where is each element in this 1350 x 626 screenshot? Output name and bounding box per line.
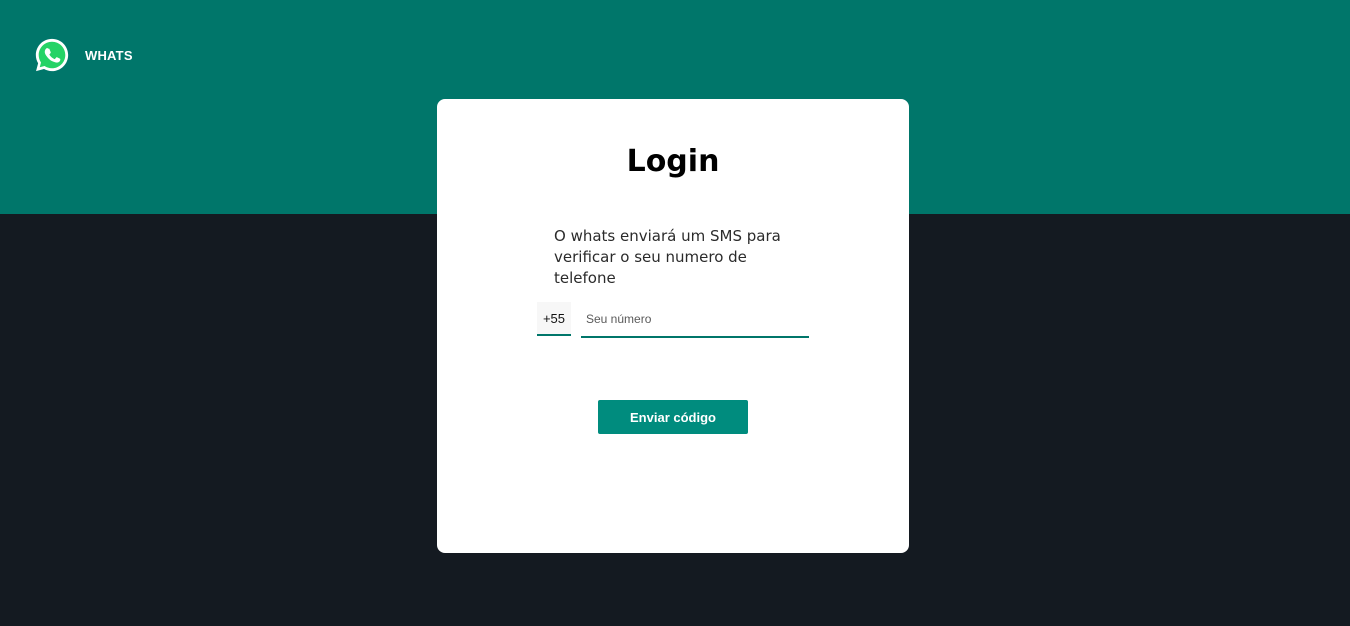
phone-number-input[interactable]: [581, 302, 809, 338]
login-card: Login O whats enviará um SMS para verifi…: [437, 99, 909, 553]
whatsapp-logo-icon: [35, 38, 69, 72]
brand: WHATS: [33, 36, 133, 74]
brand-name: WHATS: [85, 47, 133, 63]
country-code[interactable]: +55: [537, 302, 571, 336]
login-page: WHATS Login O whats enviará um SMS para …: [0, 0, 1350, 626]
sms-description: O whats enviará um SMS para verificar o …: [554, 227, 781, 287]
send-code-button[interactable]: Enviar código: [598, 400, 748, 434]
login-title: Login: [626, 144, 720, 179]
